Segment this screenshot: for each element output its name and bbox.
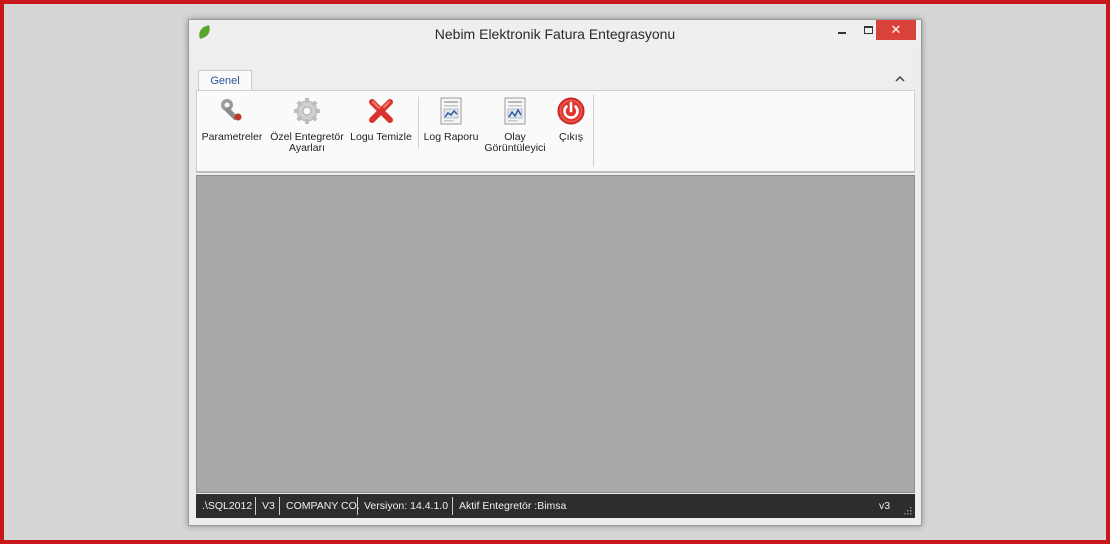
status-db: V3 [262,500,275,512]
ozel-entegretor-ayarlari-button[interactable]: Özel Entegretör Ayarları [267,91,347,163]
minimize-icon [838,32,846,34]
cikis-button[interactable]: Çıkış [551,91,591,163]
ribbon-tab-strip: Genel [196,48,915,91]
status-bar: .\SQL2012 V3 COMPANY CO. Versiyon: 14.4.… [196,494,915,518]
logu-temizle-button[interactable]: Logu Temizle [349,91,413,163]
gear-icon [291,96,323,126]
olay-goruntuleyici-button[interactable]: Olay Görüntüleyici [483,91,547,163]
maximize-icon [863,26,873,34]
close-icon: ✕ [890,22,902,37]
mdi-workspace [196,175,915,493]
event-viewer-icon [499,96,531,126]
report-icon [435,96,467,126]
ribbon-collapse-chevron-up-icon[interactable] [895,74,905,84]
status-version: Versiyon: 14.4.1.0 [364,500,449,512]
app-window: Nebim Elektronik Fatura Entegrasyonu ✕ G… [188,19,922,526]
status-server: .\SQL2012 [202,500,253,512]
red-x-icon [365,96,397,126]
cikis-label: Çıkış [559,131,583,143]
ribbon-separator [418,97,419,149]
status-integrator: Aktif Entegretör :Bimsa [459,500,567,512]
parametreler-button[interactable]: Parametreler [201,91,263,163]
status-separator [255,497,256,515]
status-separator [357,497,358,515]
status-separator [279,497,280,515]
log-raporu-button[interactable]: Log Raporu [423,91,479,163]
wrench-icon [216,96,248,126]
log-raporu-label: Log Raporu [423,131,479,143]
tab-genel[interactable]: Genel [198,70,252,91]
window-title: Nebim Elektronik Fatura Entegrasyonu [434,26,676,42]
power-icon [555,96,587,126]
olay-label-2: Görüntüleyici [484,142,546,154]
minimize-button[interactable] [829,20,855,40]
status-company: COMPANY CO. [286,500,360,512]
title-bar[interactable]: Nebim Elektronik Fatura Entegrasyonu ✕ [189,20,921,48]
status-separator [452,497,453,515]
ribbon-panel: Parametreler Özel Entegretör Ayarları Lo… [196,90,915,173]
status-right-version: v3 [879,500,891,512]
parametreler-label: Parametreler [201,131,263,143]
ozel-entegretor-label-2: Ayarları [289,142,325,154]
close-button[interactable]: ✕ [876,20,916,40]
resize-grip-icon[interactable] [904,507,912,515]
ribbon-group-end-separator [593,95,594,167]
logu-temizle-label: Logu Temizle [350,131,412,143]
